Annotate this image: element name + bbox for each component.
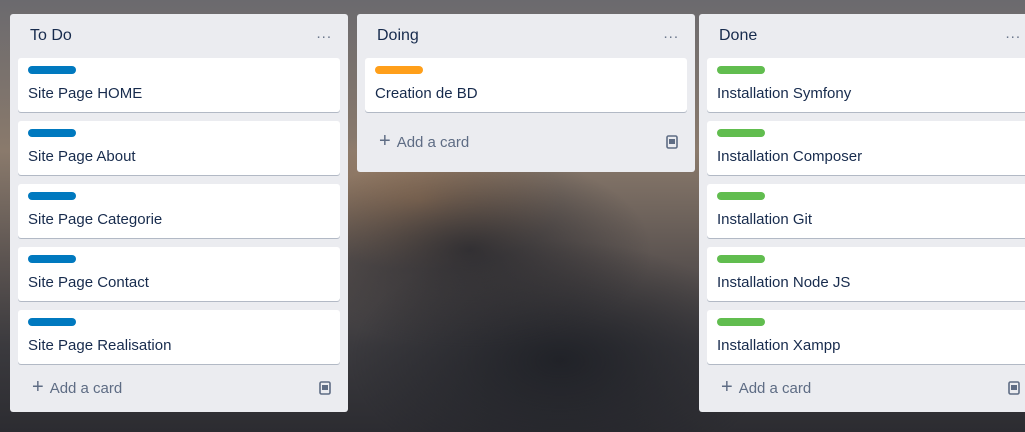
card[interactable]: Creation de BD [365, 58, 687, 112]
card-template-icon[interactable] [665, 135, 679, 149]
card-label[interactable] [717, 255, 765, 263]
card-title: Creation de BD [375, 85, 478, 102]
add-card-label: Add a card [49, 379, 123, 397]
add-card-button[interactable]: + Add a card [721, 376, 812, 398]
more-icon[interactable]: ... [316, 26, 332, 41]
add-card-button[interactable]: + Add a card [379, 130, 470, 152]
card-label[interactable] [375, 66, 423, 74]
card[interactable]: Site Page Contact [18, 247, 340, 301]
card-label[interactable] [28, 66, 76, 74]
card-title: Installation Git [717, 211, 813, 228]
card-composer: + Add a card [18, 364, 340, 412]
list-title[interactable]: Done [719, 27, 757, 45]
add-card-label: Add a card [738, 379, 812, 397]
plus-icon: + [379, 130, 391, 152]
card-title: Site Page About [28, 148, 136, 165]
card-label[interactable] [717, 318, 765, 326]
card-title: Installation Xampp [717, 337, 841, 354]
list-header[interactable]: Doing ... [365, 14, 687, 58]
card-title: Installation Node JS [717, 274, 851, 291]
card-template-icon[interactable] [1007, 381, 1021, 395]
card[interactable]: Installation Git [707, 184, 1025, 238]
card-label[interactable] [717, 129, 765, 137]
plus-icon: + [721, 376, 733, 398]
card-title: Site Page Contact [28, 274, 149, 291]
card[interactable]: Installation Composer [707, 121, 1025, 175]
list-header[interactable]: To Do ... [18, 14, 340, 58]
card-composer: + Add a card [707, 364, 1025, 412]
card[interactable]: Installation Node JS [707, 247, 1025, 301]
card-label[interactable] [28, 129, 76, 137]
list-done: Done ... Installation Symfony Installati… [699, 14, 1025, 412]
card[interactable]: Site Page Categorie [18, 184, 340, 238]
card-title: Installation Symfony [717, 85, 852, 102]
list-doing: Doing ... Creation de BD + Add a card [357, 14, 695, 172]
list-title[interactable]: Doing [377, 27, 419, 45]
card-title: Site Page Realisation [28, 337, 172, 354]
card-label[interactable] [28, 318, 76, 326]
card[interactable]: Site Page HOME [18, 58, 340, 112]
add-card-button[interactable]: + Add a card [32, 376, 123, 398]
add-card-label: Add a card [396, 133, 470, 151]
card-label[interactable] [28, 192, 76, 200]
card-title: Installation Composer [717, 148, 863, 165]
plus-icon: + [32, 376, 44, 398]
more-icon[interactable]: ... [1005, 26, 1021, 41]
card[interactable]: Site Page About [18, 121, 340, 175]
list-to-do: To Do ... Site Page HOME Site Page About… [10, 14, 348, 412]
card-template-icon[interactable] [318, 381, 332, 395]
card-label[interactable] [717, 66, 765, 74]
list-title[interactable]: To Do [30, 27, 72, 45]
card-title: Site Page Categorie [28, 211, 163, 228]
card-label[interactable] [717, 192, 765, 200]
board: To Do ... Site Page HOME Site Page About… [0, 0, 1025, 432]
card[interactable]: Site Page Realisation [18, 310, 340, 364]
card[interactable]: Installation Symfony [707, 58, 1025, 112]
card-composer: + Add a card [365, 112, 687, 172]
list-header[interactable]: Done ... [707, 14, 1025, 58]
card[interactable]: Installation Xampp [707, 310, 1025, 364]
card-label[interactable] [28, 255, 76, 263]
more-icon[interactable]: ... [663, 26, 679, 41]
card-title: Site Page HOME [28, 85, 143, 102]
